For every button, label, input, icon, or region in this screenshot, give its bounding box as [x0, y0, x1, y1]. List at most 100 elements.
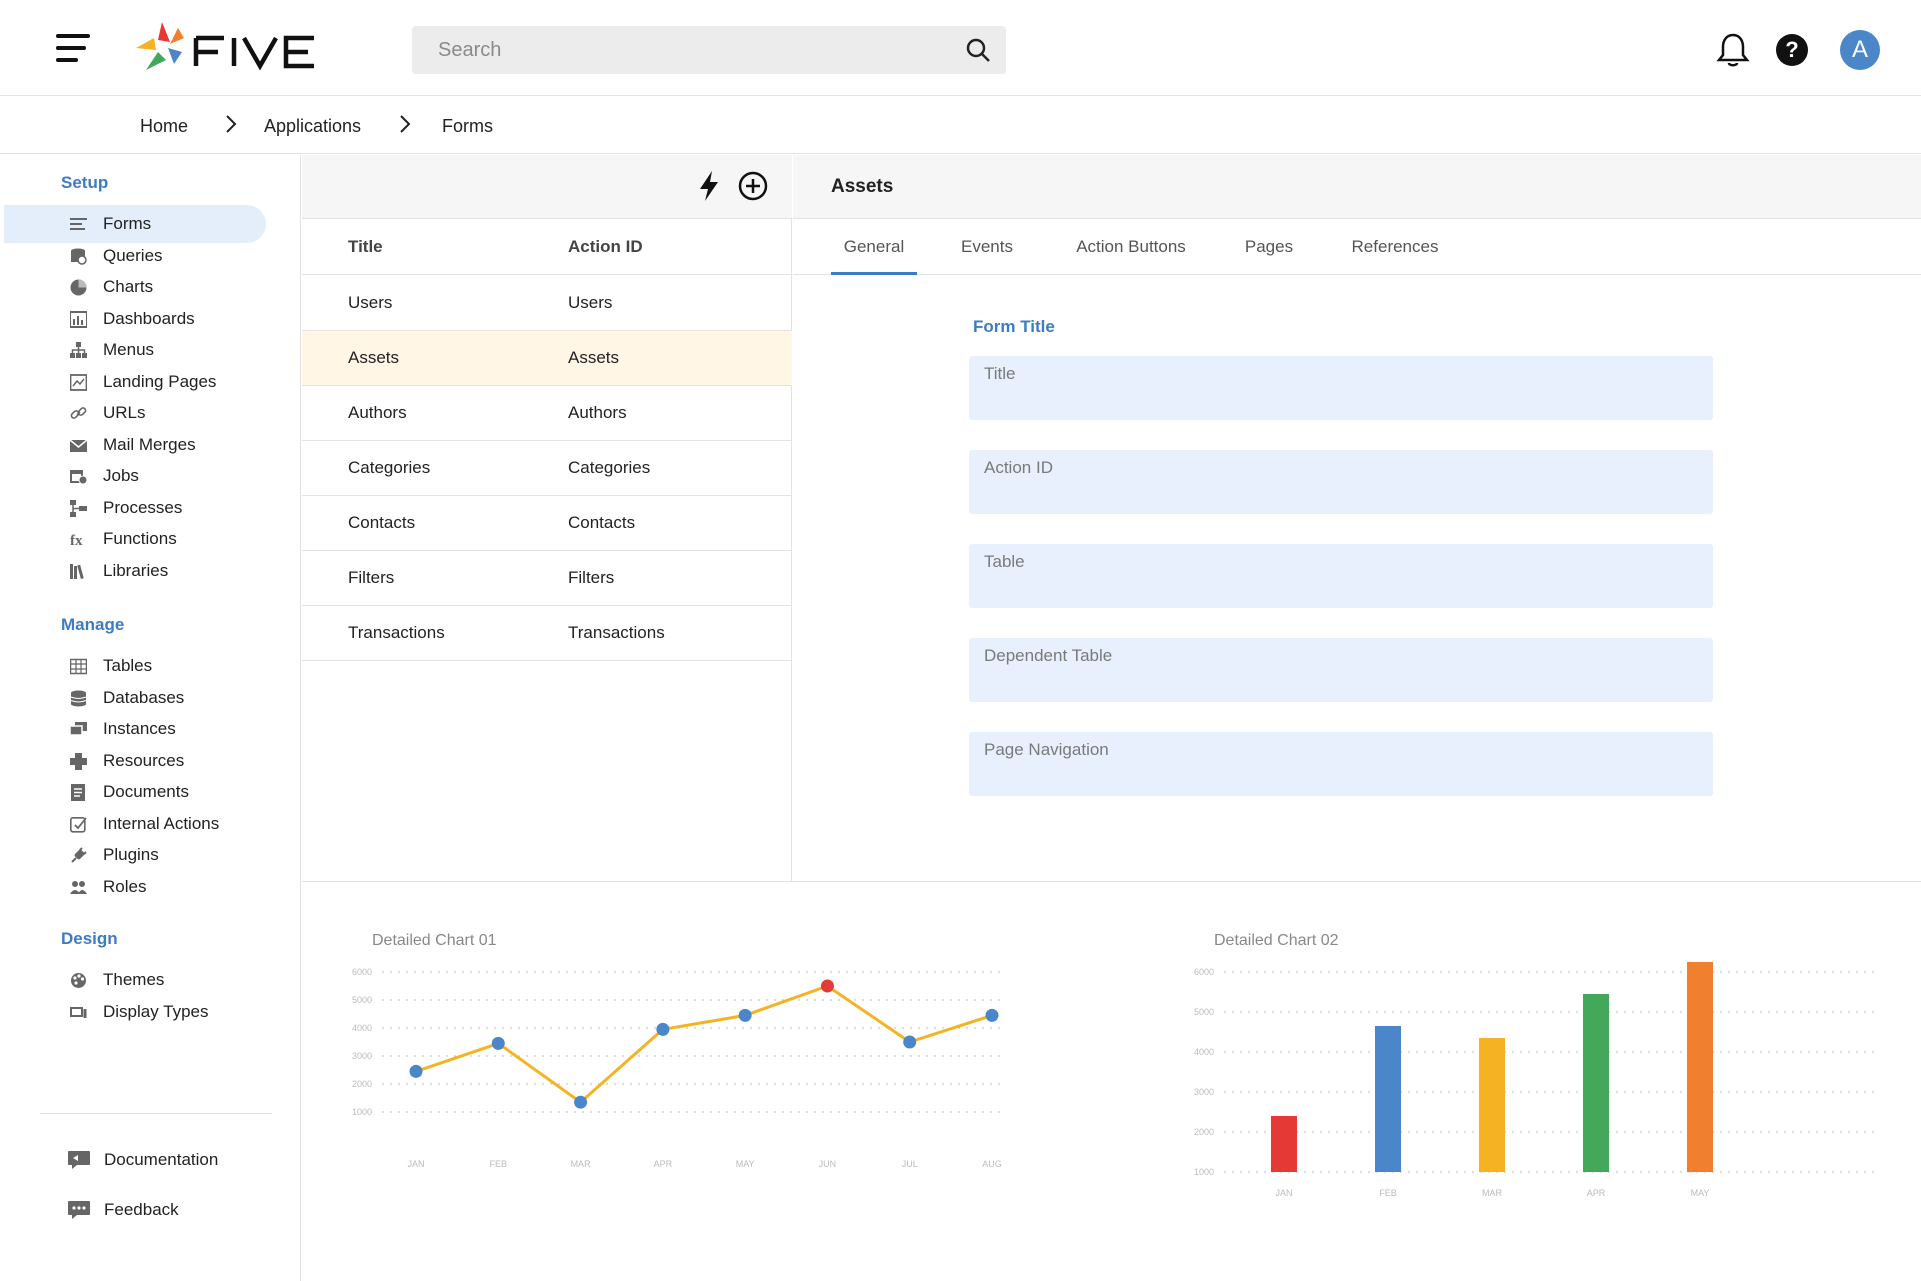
table-row[interactable]: Categories Categories	[302, 441, 792, 496]
sidebar-item-label: Documents	[103, 782, 189, 801]
form-detail-panel: Assets General Events Action Buttons Pag…	[793, 155, 1921, 881]
list-toolbar	[302, 155, 792, 219]
cell-title: Transactions	[348, 623, 445, 642]
cell-action-id: Categories	[568, 458, 651, 477]
tab-label: General	[843, 237, 905, 256]
table-field[interactable]: Table	[969, 544, 1713, 608]
tab-events[interactable]: Events	[953, 219, 1021, 275]
tab-references[interactable]: References	[1347, 219, 1443, 275]
table-row[interactable]: Users Users	[302, 276, 792, 331]
add-circle-icon[interactable]	[736, 169, 770, 203]
cell-title: Authors	[348, 403, 407, 422]
instances-icon	[70, 722, 87, 736]
plugins-icon	[71, 847, 87, 863]
svg-text:fx: fx	[70, 533, 83, 548]
x-tick-label: MAR	[571, 1159, 592, 1169]
detail-tabs: General Events Action Buttons Pages Refe…	[793, 219, 1921, 275]
sidebar-item-label: URLs	[103, 403, 146, 422]
cell-action-id: Contacts	[568, 513, 636, 532]
action-id-field[interactable]: Action ID	[969, 450, 1713, 514]
x-tick-label: JAN	[407, 1159, 424, 1169]
dependent-table-field[interactable]: Dependent Table	[969, 638, 1713, 702]
processes-icon	[70, 500, 87, 517]
y-tick-label: 1000	[352, 1107, 372, 1117]
breadcrumb-applications[interactable]: Applications	[264, 116, 361, 137]
breadcrumb-home[interactable]: Home	[140, 116, 188, 137]
forms-icon	[70, 218, 87, 230]
column-header-title[interactable]: Title	[348, 237, 383, 257]
tab-general[interactable]: General	[831, 219, 917, 275]
bar	[1583, 994, 1609, 1172]
queries-icon	[71, 248, 87, 265]
sidebar-item-documentation[interactable]: Documentation	[4, 1141, 266, 1179]
detail-title: Assets	[831, 176, 894, 197]
table-row[interactable]: Filters Filters	[302, 551, 792, 606]
sidebar-item-label: Display Types	[103, 1002, 209, 1021]
table-row[interactable]: Transactions Transactions	[302, 606, 792, 661]
search-input[interactable]	[412, 26, 952, 74]
x-tick-label: JAN	[1275, 1188, 1292, 1198]
sidebar-item-label: Databases	[103, 688, 185, 707]
tab-pages[interactable]: Pages	[1239, 219, 1299, 275]
databases-icon	[70, 690, 87, 707]
x-tick-label: APR	[654, 1159, 673, 1169]
x-tick-label: MAY	[736, 1159, 755, 1169]
roles-icon	[70, 881, 87, 894]
page-navigation-field[interactable]: Page Navigation	[969, 732, 1713, 796]
sidebar-item-label: Feedback	[104, 1200, 179, 1219]
y-tick-label: 5000	[1194, 1007, 1214, 1017]
column-header-action-id[interactable]: Action ID	[568, 237, 643, 257]
cell-action-id: Users	[568, 293, 613, 312]
sidebar-section-manage: Manage	[61, 615, 125, 634]
notifications-bell-icon[interactable]	[1716, 32, 1750, 68]
dashboards-icon	[70, 311, 87, 328]
y-tick-label: 6000	[1194, 967, 1214, 977]
charts-area: Detailed Chart 01 6000 5000 4000 3000 2000 10…	[302, 881, 1921, 1281]
chevron-right-icon	[226, 115, 237, 133]
sidebar-item-label: Processes	[103, 498, 183, 517]
cell-title: Contacts	[348, 513, 416, 532]
title-field[interactable]: Title	[969, 356, 1713, 420]
breadcrumb-forms[interactable]: Forms	[442, 116, 493, 137]
five-logo	[132, 20, 332, 76]
lightning-icon[interactable]	[692, 169, 726, 203]
y-tick-label: 2000	[1194, 1127, 1214, 1137]
sidebar-item-libraries[interactable]: Libraries	[4, 552, 266, 590]
bar	[1271, 1116, 1297, 1172]
app-header: ? A	[0, 0, 1921, 96]
display-types-icon	[70, 1007, 87, 1018]
bar-chart: 6000 5000 4000 3000 2000 1000 JAN FEB MAR APR MAY	[1194, 962, 1874, 1198]
data-point	[656, 1022, 670, 1036]
table-row[interactable]: Authors Authors	[302, 386, 792, 441]
field-label: Table	[984, 552, 1025, 571]
x-tick-label: MAR	[1482, 1188, 1503, 1198]
resources-icon	[70, 753, 87, 770]
help-icon[interactable]: ?	[1776, 34, 1808, 66]
data-point	[409, 1064, 423, 1078]
sidebar-item-feedback[interactable]: Feedback	[4, 1191, 266, 1229]
tab-label: References	[1351, 237, 1439, 256]
tab-action-buttons[interactable]: Action Buttons	[1069, 219, 1193, 275]
mail-icon	[70, 439, 87, 452]
sidebar-divider	[40, 1113, 272, 1114]
table-row[interactable]: Contacts Contacts	[302, 496, 792, 551]
landing-pages-icon	[70, 374, 87, 391]
libraries-icon	[70, 564, 84, 580]
menu-icon[interactable]	[56, 34, 96, 64]
sidebar-item-roles[interactable]: Roles	[4, 868, 266, 906]
user-avatar[interactable]: A	[1840, 30, 1880, 70]
link-icon	[70, 407, 87, 419]
field-label: Title	[984, 364, 1016, 383]
sidebar-item-label: Queries	[103, 246, 163, 265]
x-tick-label: JUN	[819, 1159, 837, 1169]
line-chart: 6000 5000 4000 3000 2000 1000 JAN FEB MAR APR MAY J…	[352, 967, 1002, 1169]
table-row[interactable]: Assets Assets	[302, 331, 792, 386]
sidebar-item-display-types[interactable]: Display Types	[4, 993, 266, 1031]
sidebar-item-label: Dashboards	[103, 309, 195, 328]
data-point	[574, 1095, 588, 1109]
search-icon[interactable]	[964, 36, 992, 64]
detail-header: Assets	[793, 155, 1921, 219]
functions-icon: fx	[70, 533, 83, 548]
documents-icon	[71, 784, 85, 801]
sidebar-item-label: Plugins	[103, 845, 159, 864]
